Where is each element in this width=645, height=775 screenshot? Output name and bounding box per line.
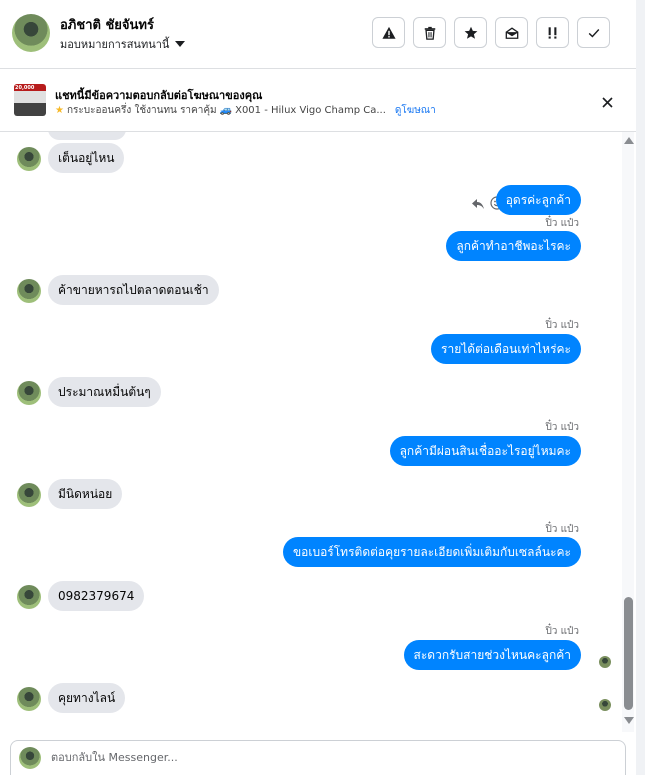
car-emoji-icon: 🚙 [219, 105, 233, 116]
sender-name: ปิ๋ว แป๋ว [545, 320, 579, 331]
star-button[interactable] [454, 17, 487, 48]
ad-thumb-badge: 20,000 [15, 85, 35, 91]
contact-avatar-small [17, 483, 41, 507]
outgoing-message: รายได้ต่อเดือนเท่าไหร่คะ [431, 334, 581, 364]
contact-avatar-small [17, 585, 41, 609]
contact-avatar-small [17, 147, 41, 171]
star-emoji-icon: ★ [55, 105, 64, 116]
incoming-message: ประมาณหมื่นต้นๆ [48, 377, 161, 407]
reply-icon[interactable] [471, 197, 485, 211]
assign-label: มอบหมายการสนทนานี้ [60, 38, 170, 51]
message-list[interactable]: เต็นอยู่ไหน อุดรค่ะลูกค้า ปิ๋ว แป๋ว ลูกค… [0, 132, 620, 734]
contact-name[interactable]: อภิชาติ ชัยจันทร์ [60, 14, 154, 35]
conversation-header: อภิชาติ ชัยจันทร์ มอบหมายการสนทนานี้ [0, 0, 636, 69]
contact-avatar-small [17, 687, 41, 711]
assign-conversation-dropdown[interactable]: มอบหมายการสนทนานี้ [60, 35, 186, 53]
ad-banner-title: แชทนี้มีข้อความตอบกลับต่อโฆษณาของคุณ [55, 89, 263, 102]
outgoing-message: อุดรค่ะลูกค้า [495, 185, 581, 215]
delete-button[interactable] [413, 17, 446, 48]
ad-product-text: X001 - Hilux Vigo Champ Ca... [235, 105, 386, 116]
ad-banner-details: ★ กระบะออนครึ่ง ใช้งานทน ราคาคุ้ม 🚙 X001… [55, 103, 436, 118]
sender-name: ปิ๋ว แป๋ว [545, 422, 579, 433]
mark-done-button[interactable] [577, 17, 610, 48]
sender-name: ปิ๋ว แป๋ว [545, 626, 579, 637]
close-ad-banner-button[interactable] [598, 93, 616, 111]
follow-up-button[interactable] [536, 17, 569, 48]
scroll-up-arrow-icon[interactable] [624, 137, 634, 144]
reply-composer [10, 740, 626, 775]
sender-name: ปิ๋ว แป๋ว [545, 218, 579, 229]
spam-warning-icon [381, 26, 396, 39]
mark-unread-icon [505, 26, 518, 39]
mark-spam-button[interactable] [372, 17, 405, 48]
outgoing-message: สะดวกรับสายช่วงไหนคะลูกค้า [403, 640, 581, 670]
reply-input[interactable] [49, 750, 613, 765]
message-bubble-partial [48, 132, 126, 140]
scroll-down-arrow-icon[interactable] [624, 717, 634, 724]
sender-name: ปิ๋ว แป๋ว [545, 524, 579, 535]
view-ad-link[interactable]: ดูโฆษณา [395, 103, 436, 118]
star-icon [464, 26, 477, 39]
message-scrollbar-thumb[interactable] [624, 597, 633, 710]
check-done-icon [588, 28, 599, 37]
incoming-message: 0982379674 [48, 581, 145, 611]
contact-avatar-small [17, 381, 41, 405]
mark-unread-button[interactable] [495, 17, 528, 48]
caret-down-icon [175, 41, 186, 47]
ad-reply-banner: 20,000 แชทนี้มีข้อความตอบกลับต่อโฆษณาของ… [0, 69, 636, 132]
outgoing-message: ลูกค้ามีผ่อนสินเชื่ออะไรอยู่ไหมคะ [389, 436, 581, 466]
follow-up-icon [548, 26, 556, 39]
contact-avatar-small [17, 279, 41, 303]
contact-avatar[interactable] [12, 14, 50, 52]
incoming-message: เต็นอยู่ไหน [48, 143, 125, 173]
ad-thumbnail[interactable]: 20,000 [14, 84, 46, 116]
incoming-message: มีนิดหน่อย [48, 479, 123, 509]
incoming-message: คุยทางไลน์ [48, 683, 126, 713]
ad-line-text: กระบะออนครึ่ง ใช้งานทน ราคาคุ้ม [66, 105, 217, 116]
incoming-message: ค้าขายหารถไปตลาดตอนเช้า [48, 275, 219, 305]
seen-indicator-avatar [599, 699, 611, 711]
header-toolbar [372, 17, 610, 48]
close-icon [601, 96, 613, 108]
page-avatar [19, 747, 41, 769]
seen-indicator-avatar [599, 656, 611, 668]
conversation-window: อภิชาติ ชัยจันทร์ มอบหมายการสนทนานี้ 20,… [0, 0, 636, 775]
window-edge [636, 0, 645, 775]
outgoing-message: ลูกค้าทำอาชีพอะไรคะ [446, 231, 581, 261]
outgoing-message: ขอเบอร์โทรติดต่อคุยรายละเอียดเพิ่มเติมกั… [282, 537, 581, 567]
trash-icon [424, 26, 435, 40]
